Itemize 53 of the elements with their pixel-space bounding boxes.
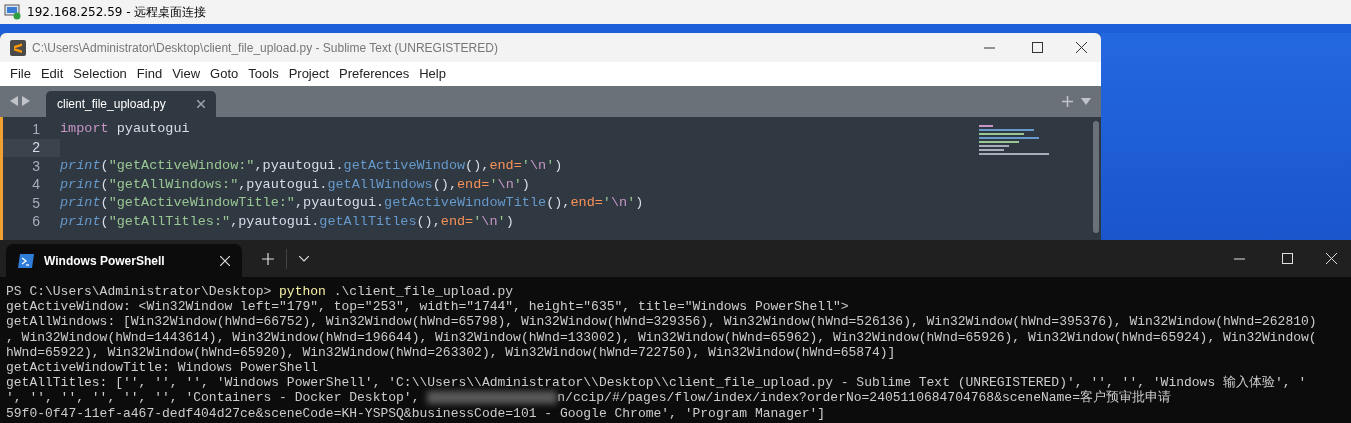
terminal-prompt-icon <box>18 253 34 268</box>
menu-item[interactable]: Selection <box>68 64 132 84</box>
code-line: print("getActiveWindowTitle:",pyautogui.getActiveWindowTitle(),end='\n') <box>60 194 644 213</box>
output-text: .\client_file_upload.py <box>332 284 514 300</box>
right-arrow-icon[interactable] <box>22 95 30 106</box>
menu-item[interactable]: Tools <box>243 64 284 84</box>
maximize-icon <box>1281 253 1293 264</box>
menu-item[interactable]: File <box>5 64 36 84</box>
line-number: 3 <box>31 157 41 176</box>
code-line: print("getActiveWindow:",pyautogui.getActiveWindow(),end='\n') <box>60 157 563 176</box>
window-title: 192.168.252.59 - 远程桌面连接 <box>27 4 207 21</box>
output-text: getActiveWindowTitle: Windows PowerShell <box>6 360 319 376</box>
line-number: 2 <box>3 138 60 157</box>
menu-item[interactable]: Find <box>131 64 168 84</box>
output-text: PS C:\Users\Administrator\Desktop> <box>6 284 273 300</box>
command-text: python <box>279 284 326 300</box>
close-icon <box>1325 253 1337 264</box>
file-tab[interactable]: client_file_upload.py <box>46 91 216 117</box>
menu-item[interactable]: View <box>167 64 206 84</box>
output-text: n/ccip/#/pages/flow/index/index?orderNo=2405110684704768&sceneName=客户预审批申请 <box>557 390 1171 406</box>
output-text: hWnd=65922), Win32Window(hWnd=65920), Win32Window(hWnd=263302), Win32Window(hWnd=722750), Win32Window(hWnd=65874)] <box>6 344 896 360</box>
plus-icon[interactable] <box>262 252 274 265</box>
menu-item[interactable]: Edit <box>35 64 69 84</box>
output-text: getActiveWindow: <Win32Window left="179", top="253", width="1744", height="635", title="Windows PowerShell"> <box>6 299 849 315</box>
chevron-down-icon[interactable] <box>299 255 309 262</box>
output-text: getAllTitles: ['', '', '', 'Windows PowerShell', 'C:\\Users\\Administrator\\Desktop\\client_file_upload.py - Sublime Text (UNREGISTERED)', '', '', 'Windows 输入体验', ' <box>6 375 1307 391</box>
minimize-icon <box>1233 257 1245 260</box>
code-line: print("getAllWindows:",pyautogui.getAllWindows(),end='\n') <box>60 175 530 194</box>
close-icon <box>1075 42 1087 53</box>
menu-item[interactable]: Goto <box>205 64 244 84</box>
code-line: import pyautogui <box>60 120 190 139</box>
menu-item[interactable]: Help <box>414 64 451 84</box>
line-number: 4 <box>31 175 41 194</box>
output-text: 59f0-0f47-11ef-a467-dedf404d27ce&sceneCode=KH-YSPSQ&businessCode=101 - Google Chrome', 'Program Manager'] <box>6 405 826 421</box>
minimize-icon <box>983 46 995 49</box>
minimap-drawing <box>979 125 1049 155</box>
code-line: print("getAllTitles:",pyautogui.getAllTitles(),end='\n') <box>60 212 514 231</box>
app-logo-icon <box>10 39 26 56</box>
menu-item[interactable]: Project <box>283 64 335 84</box>
menu-item[interactable]: Preferences <box>334 64 415 84</box>
line-number: 1 <box>31 120 41 139</box>
line-number: 5 <box>31 194 41 213</box>
terminal-tab[interactable]: Windows PowerShell <box>6 244 242 277</box>
dropdown-icon[interactable] <box>1081 98 1091 105</box>
output-text: getAllWindows: [Win32Window(hWnd=66752), Win32Window(hWnd=65798), Win32Window(hWnd=329356), Win32Window(hWnd=526136), Win32Window(hWnd=395376), Win32Window(hWnd=262810) <box>6 314 1317 330</box>
left-arrow-icon[interactable] <box>10 95 18 106</box>
line-number: 6 <box>31 212 41 231</box>
maximize-icon <box>1031 42 1043 53</box>
scrollbar[interactable] <box>1093 121 1099 233</box>
output-text: ', '', '', '', '', '', 'Containers - Docker Desktop', <box>6 390 421 406</box>
output-text: , Win32Window(hWnd=1443614), Win32Window(hWnd=196644), Win32Window(hWnd=133002), Win32Window(hWnd=65962), Win32Window(hWnd=65926), Win32Window(hWnd=65924), Win32Window( <box>6 329 1317 345</box>
monitor-icon <box>4 4 22 20</box>
window-title: C:\Users\Administrator\Desktop\client_file_upload.py - Sublime Text (UNREGISTERED) <box>32 39 498 57</box>
